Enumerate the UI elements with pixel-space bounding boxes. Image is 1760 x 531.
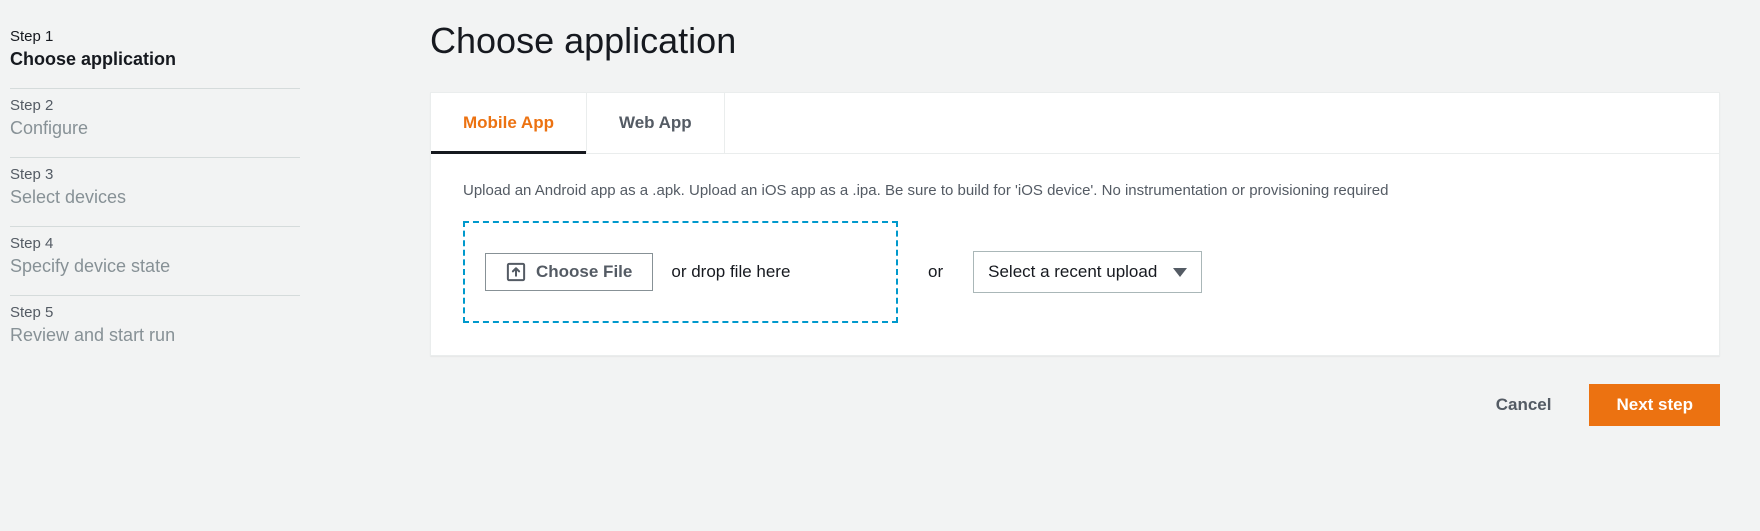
drop-file-text: or drop file here [671,262,790,282]
step-label: Step 5 [10,304,300,321]
or-separator: or [928,262,943,282]
cancel-label: Cancel [1496,395,1552,414]
wizard-sidebar: Step 1 Choose application Step 2 Configu… [0,0,310,531]
step-label: Step 2 [10,97,300,114]
tab-web-app[interactable]: Web App [587,93,725,153]
step-title: Specify device state [10,256,300,277]
next-label: Next step [1616,395,1693,414]
upload-row: Choose File or drop file here or Select … [463,221,1687,323]
tab-label: Web App [619,113,692,132]
step-title: Configure [10,118,300,139]
step-title: Choose application [10,49,300,70]
application-panel: Mobile App Web App Upload an Android app… [430,92,1720,356]
step-4[interactable]: Step 4 Specify device state [10,227,300,296]
footer-buttons: Cancel Next step [430,384,1720,426]
tab-bar: Mobile App Web App [431,93,1719,154]
step-title: Review and start run [10,325,300,346]
file-dropzone[interactable]: Choose File or drop file here [463,221,898,323]
step-title: Select devices [10,187,300,208]
panel-body: Upload an Android app as a .apk. Upload … [431,154,1719,355]
step-label: Step 3 [10,166,300,183]
tab-mobile-app[interactable]: Mobile App [431,93,587,153]
step-label: Step 4 [10,235,300,252]
step-1[interactable]: Step 1 Choose application [10,20,300,89]
main-content: Choose application Mobile App Web App Up… [310,0,1760,531]
choose-file-button[interactable]: Choose File [485,253,653,291]
page-title: Choose application [430,20,1720,62]
select-recent-label: Select a recent upload [988,262,1157,282]
tab-label: Mobile App [463,113,554,132]
step-5[interactable]: Step 5 Review and start run [10,296,300,364]
cancel-button[interactable]: Cancel [1476,384,1572,426]
upload-icon [506,262,526,282]
upload-instruction: Upload an Android app as a .apk. Upload … [463,182,1687,199]
choose-file-label: Choose File [536,262,632,282]
step-3[interactable]: Step 3 Select devices [10,158,300,227]
chevron-down-icon [1173,268,1187,277]
select-recent-upload-dropdown[interactable]: Select a recent upload [973,251,1202,293]
step-2[interactable]: Step 2 Configure [10,89,300,158]
next-step-button[interactable]: Next step [1589,384,1720,426]
step-label: Step 1 [10,28,300,45]
